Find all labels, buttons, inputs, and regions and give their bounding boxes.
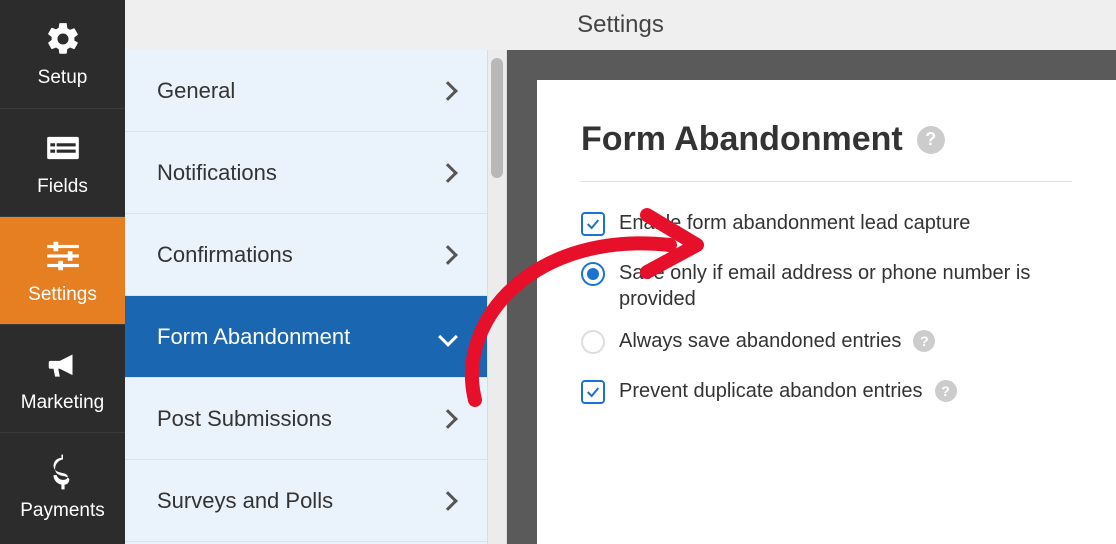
workspace: General Notifications Confirmations Form… — [125, 50, 1116, 544]
subnav-surveys-polls[interactable]: Surveys and Polls — [125, 460, 487, 542]
subnav-label: Confirmations — [157, 242, 293, 268]
nav-label: Setup — [38, 67, 88, 89]
main-area: Settings General Notifications Confirmat… — [125, 0, 1116, 544]
panel-background: Form Abandonment ? Enable form abandonme… — [507, 50, 1116, 544]
option-label: Prevent duplicate abandon entries — [619, 378, 923, 404]
option-enable[interactable]: Enable form abandonment lead capture — [581, 210, 1072, 236]
subnav-post-submissions[interactable]: Post Submissions — [125, 378, 487, 460]
subnav-label: Surveys and Polls — [157, 488, 333, 514]
chevron-right-icon — [438, 81, 458, 101]
gear-icon — [43, 19, 83, 59]
chevron-right-icon — [438, 491, 458, 511]
subnav-label: Notifications — [157, 160, 277, 186]
nav-setup[interactable]: Setup — [0, 0, 125, 108]
subnav-confirmations[interactable]: Confirmations — [125, 214, 487, 296]
radio-checked-icon[interactable] — [581, 262, 605, 286]
help-icon[interactable]: ? — [917, 126, 945, 154]
topbar: Settings — [125, 0, 1116, 50]
dollar-icon — [43, 452, 83, 492]
subnav-general[interactable]: General — [125, 50, 487, 132]
option-label: Save only if email address or phone numb… — [619, 260, 1072, 312]
nav-label: Fields — [37, 176, 88, 198]
option-label: Enable form abandonment lead capture — [619, 210, 970, 236]
subnav-form-abandonment[interactable]: Form Abandonment — [125, 296, 487, 378]
option-always-save[interactable]: Always save abandoned entries ? — [581, 328, 1072, 354]
subnav-label: Form Abandonment — [157, 324, 350, 350]
nav-marketing[interactable]: Marketing — [0, 324, 125, 432]
help-icon[interactable]: ? — [935, 380, 957, 402]
option-prevent-duplicate[interactable]: Prevent duplicate abandon entries ? — [581, 378, 1072, 404]
list-icon — [43, 128, 83, 168]
chevron-right-icon — [438, 163, 458, 183]
nav-settings[interactable]: Settings — [0, 216, 125, 324]
subnav-label: Post Submissions — [157, 406, 332, 432]
sliders-icon — [43, 236, 83, 276]
option-save-only[interactable]: Save only if email address or phone numb… — [581, 260, 1072, 312]
subnav-label: General — [157, 78, 235, 104]
scrollbar[interactable] — [487, 50, 507, 544]
primary-nav: Setup Fields Settings Marketing Payments — [0, 0, 125, 544]
chevron-down-icon — [438, 327, 458, 347]
subnav-notifications[interactable]: Notifications — [125, 132, 487, 214]
settings-card: Form Abandonment ? Enable form abandonme… — [537, 80, 1116, 544]
option-label: Always save abandoned entries — [619, 328, 901, 354]
help-icon[interactable]: ? — [913, 330, 935, 352]
page-title: Settings — [577, 11, 664, 39]
checkbox-checked-icon[interactable] — [581, 380, 605, 404]
panel-heading: Form Abandonment ? — [581, 120, 1072, 159]
nav-label: Payments — [20, 500, 104, 522]
divider — [581, 181, 1072, 182]
radio-unchecked-icon[interactable] — [581, 330, 605, 354]
chevron-right-icon — [438, 245, 458, 265]
settings-subnav: General Notifications Confirmations Form… — [125, 50, 487, 544]
nav-fields[interactable]: Fields — [0, 108, 125, 216]
panel-heading-text: Form Abandonment — [581, 120, 903, 159]
nav-label: Settings — [28, 284, 97, 306]
checkbox-checked-icon[interactable] — [581, 212, 605, 236]
nav-label: Marketing — [21, 392, 104, 414]
nav-payments[interactable]: Payments — [0, 432, 125, 540]
chevron-right-icon — [438, 409, 458, 429]
megaphone-icon — [43, 344, 83, 384]
